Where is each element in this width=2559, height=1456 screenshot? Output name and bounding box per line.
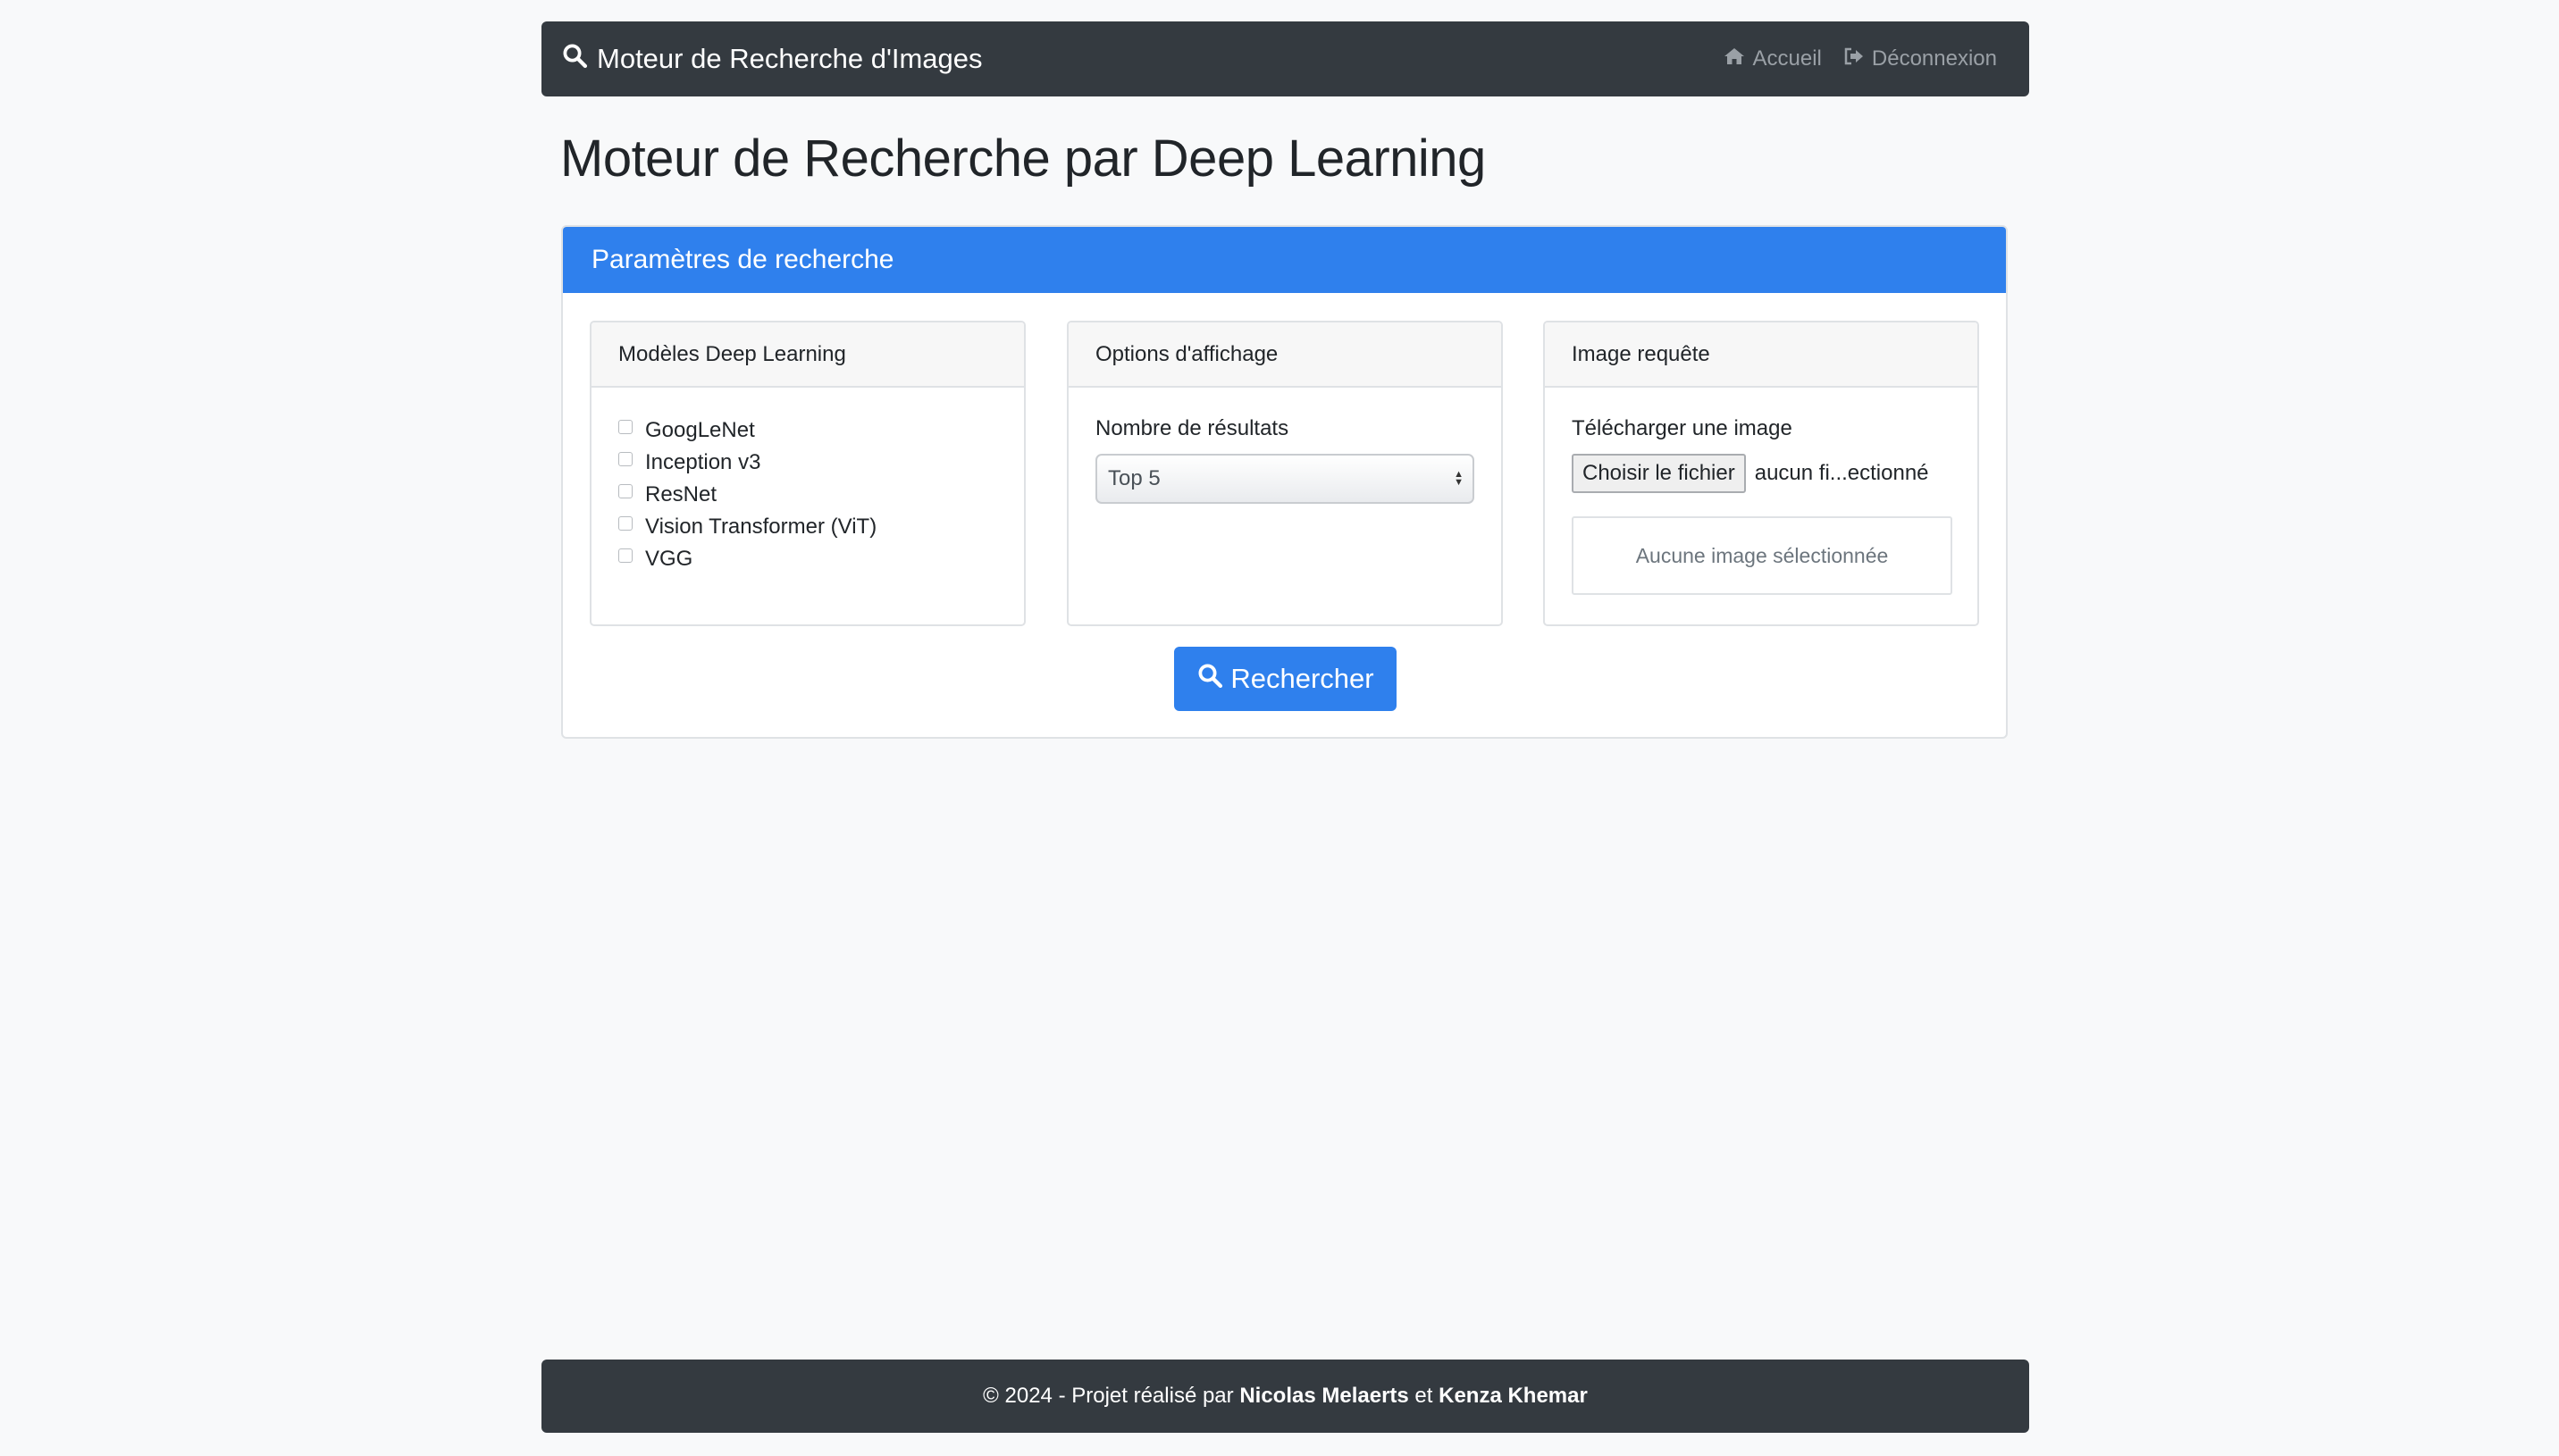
select-arrows-icon: ▲ ▼ xyxy=(1454,469,1464,488)
model-option-vgg[interactable]: VGG xyxy=(618,543,997,575)
display-options-header: Options d'affichage xyxy=(1069,322,1501,388)
nav-link-logout[interactable]: Déconnexion xyxy=(1843,46,1997,72)
navbar-brand[interactable]: Moteur de Recherche d'Images xyxy=(561,42,983,76)
footer-author-1: Nicolas Melaerts xyxy=(1239,1384,1409,1408)
nav-link-logout-label: Déconnexion xyxy=(1871,46,1997,71)
file-input[interactable]: Choisir le fichier aucun fi...ectionné xyxy=(1572,454,1951,493)
models-list: GoogLeNet Inception v3 ResNet Vision Tra… xyxy=(592,388,1024,575)
results-count-select[interactable]: Top 5 ▲ ▼ xyxy=(1095,454,1474,504)
model-option-label: Vision Transformer (ViT) xyxy=(645,515,877,539)
choose-file-button[interactable]: Choisir le fichier xyxy=(1572,454,1746,493)
model-option-label: ResNet xyxy=(645,482,717,506)
search-parameters-card: Paramètres de recherche Modèles Deep Lea… xyxy=(561,225,2008,739)
checkbox[interactable] xyxy=(618,420,633,434)
checkbox[interactable] xyxy=(618,452,633,466)
footer-prefix: © 2024 - Projet réalisé par xyxy=(983,1384,1234,1408)
image-preview: Aucune image sélectionnée xyxy=(1572,516,1952,595)
checkbox[interactable] xyxy=(618,484,633,498)
model-option-label: GoogLeNet xyxy=(645,418,755,442)
sign-out-icon xyxy=(1843,46,1872,72)
search-icon xyxy=(1196,662,1230,696)
search-button-label: Rechercher xyxy=(1230,663,1374,694)
models-card: Modèles Deep Learning GoogLeNet Inceptio… xyxy=(590,321,1026,626)
search-parameters-header: Paramètres de recherche xyxy=(563,227,2006,293)
model-option-googlenet[interactable]: GoogLeNet xyxy=(618,414,997,447)
footer-conjunction: et xyxy=(1414,1384,1433,1408)
footer-author-2: Kenza Khemar xyxy=(1439,1384,1588,1408)
query-image-body: Télécharger une image Choisir le fichier… xyxy=(1545,388,1977,595)
model-option-vit[interactable]: Vision Transformer (ViT) xyxy=(618,511,997,543)
footer: © 2024 - Projet réalisé par Nicolas Mela… xyxy=(541,1360,2029,1433)
search-button[interactable]: Rechercher xyxy=(1174,647,1397,711)
file-name-text: aucun fi...ectionné xyxy=(1754,461,1929,485)
navbar-brand-label: Moteur de Recherche d'Images xyxy=(597,43,983,74)
display-options-card: Options d'affichage Nombre de résultats … xyxy=(1067,321,1503,626)
query-image-card: Image requête Télécharger une image Choi… xyxy=(1543,321,1979,626)
model-option-inception-v3[interactable]: Inception v3 xyxy=(618,447,997,479)
models-card-header: Modèles Deep Learning xyxy=(592,322,1024,388)
page-title: Moteur de Recherche par Deep Learning xyxy=(560,130,1486,188)
search-icon xyxy=(561,42,597,76)
model-option-label: VGG xyxy=(645,547,693,571)
query-image-header: Image requête xyxy=(1545,322,1977,388)
model-option-label: Inception v3 xyxy=(645,450,761,474)
results-count-value: Top 5 xyxy=(1108,466,1161,490)
checkbox[interactable] xyxy=(618,516,633,531)
nav-link-home[interactable]: Accueil xyxy=(1723,46,1822,72)
results-count-label: Nombre de résultats xyxy=(1095,416,1289,440)
navbar-links: Accueil Déconnexion xyxy=(1723,46,1997,72)
home-icon xyxy=(1723,46,1753,72)
nav-link-home-label: Accueil xyxy=(1752,46,1822,71)
top-navbar: Moteur de Recherche d'Images Accueil Déc… xyxy=(541,21,2029,96)
display-options-body: Nombre de résultats Top 5 ▲ ▼ xyxy=(1069,388,1501,504)
model-option-resnet[interactable]: ResNet xyxy=(618,479,997,511)
upload-label: Télécharger une image xyxy=(1572,416,1792,440)
checkbox[interactable] xyxy=(618,548,633,563)
